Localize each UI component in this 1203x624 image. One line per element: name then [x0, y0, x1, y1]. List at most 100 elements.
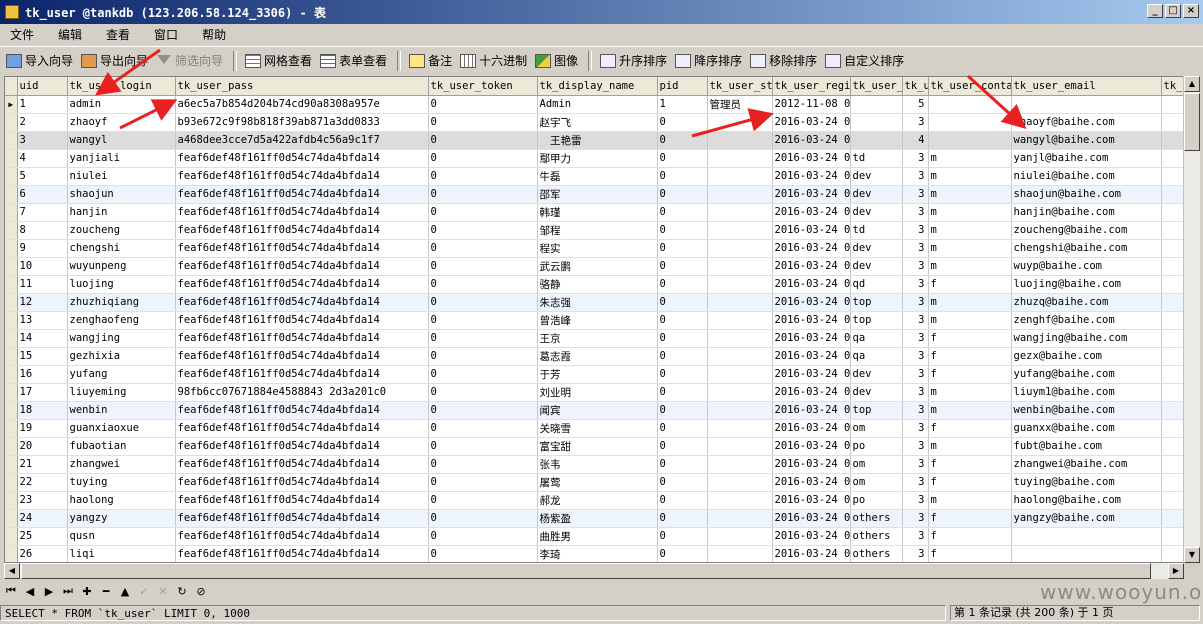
cell-tk-user-token[interactable]: 0	[428, 347, 538, 366]
cell-pid[interactable]: 0	[657, 311, 708, 330]
cell-tk-user-email[interactable]: yanjl@baihe.com	[1011, 149, 1162, 168]
row-indicator[interactable]: ▶	[5, 95, 18, 114]
minimize-button[interactable]: _	[1147, 4, 1163, 18]
cell-tk-user-conta[interactable]: m	[928, 491, 1012, 510]
cell-tk-user-conta[interactable]: m	[928, 257, 1012, 276]
cell-tk-user-login[interactable]: gezhixia	[67, 347, 176, 366]
cell-tk-user-email[interactable]: yangzy@baihe.com	[1011, 509, 1162, 528]
cell-tk-user-pass[interactable]: feaf6def48f161ff0d54c74da4bfda14	[175, 203, 429, 222]
form-view-button[interactable]: 表单查看	[320, 52, 387, 69]
cell-pid[interactable]: 0	[657, 509, 708, 528]
cell-pid[interactable]: 0	[657, 527, 708, 546]
cell-tk-user-email[interactable]: gezx@baihe.com	[1011, 347, 1162, 366]
row-indicator[interactable]	[5, 113, 18, 132]
cell-tk-user-regi[interactable]: 2016-03-24 06	[772, 473, 851, 492]
column-header-tk-user-regi[interactable]: tk_user_regi	[772, 77, 851, 96]
cell-tk-user-st[interactable]	[707, 473, 773, 492]
cell-tk-display-name[interactable]: 关晓雪	[537, 419, 658, 438]
cell-tk-u[interactable]: 5	[902, 95, 929, 114]
cell-tk-user-token[interactable]: 0	[428, 293, 538, 312]
cell-uid[interactable]: 7	[17, 203, 68, 222]
row-indicator[interactable]	[5, 437, 18, 456]
cell-tk-user-[interactable]: om	[850, 455, 903, 474]
cell-tk-user-conta[interactable]: m	[928, 221, 1012, 240]
cell-tk-user-st[interactable]	[707, 185, 773, 204]
cell-tk-display-name[interactable]: 曾浩峰	[537, 311, 658, 330]
cell-tk-user-conta[interactable]: m	[928, 293, 1012, 312]
table-row[interactable]: 9 chengshi feaf6def48f161ff0d54c74da4bfda1…	[5, 239, 1183, 258]
refresh-icon[interactable]: ↻	[175, 585, 189, 598]
cell-tk-[interactable]	[1161, 365, 1183, 384]
cell-tk-u[interactable]: 3	[902, 221, 929, 240]
vertical-scrollbar[interactable]: ▲ ▼	[1183, 76, 1200, 563]
cell-tk-user-[interactable]	[850, 131, 903, 150]
cell-tk-user-login[interactable]: wangyl	[67, 131, 176, 150]
cell-tk-user-st[interactable]	[707, 239, 773, 258]
scroll-left-icon[interactable]: ◀	[4, 563, 20, 579]
remove-sort-button[interactable]: 移除排序	[750, 52, 817, 69]
delete-record-icon[interactable]: ━	[99, 585, 113, 598]
cell-uid[interactable]: 18	[17, 401, 68, 420]
cell-tk-user-pass[interactable]: feaf6def48f161ff0d54c74da4bfda14	[175, 311, 429, 330]
cell-tk-display-name[interactable]: 武云鹏	[537, 257, 658, 276]
cell-tk-user-st[interactable]	[707, 257, 773, 276]
cell-tk-[interactable]	[1161, 239, 1183, 258]
cell-tk-user-login[interactable]: hanjin	[67, 203, 176, 222]
cell-tk-user-st[interactable]	[707, 329, 773, 348]
cell-tk-user-pass[interactable]: feaf6def48f161ff0d54c74da4bfda14	[175, 293, 429, 312]
cell-tk-display-name[interactable]: 张韦	[537, 455, 658, 474]
cell-tk-user-login[interactable]: fubaotian	[67, 437, 176, 456]
table-row[interactable]: 2 zhaoyf b93e672c9f98b818f39ab871a3dd0833 0…	[5, 113, 1183, 132]
cell-uid[interactable]: 20	[17, 437, 68, 456]
table-row[interactable]: 4 yanjiali feaf6def48f161ff0d54c74da4bfda1…	[5, 149, 1183, 168]
cell-tk-user-token[interactable]: 0	[428, 383, 538, 402]
memo-button[interactable]: 备注	[409, 52, 452, 69]
cell-tk-u[interactable]: 3	[902, 185, 929, 204]
cell-tk-user-pass[interactable]: feaf6def48f161ff0d54c74da4bfda14	[175, 239, 429, 258]
hex-button[interactable]: 十六进制	[460, 52, 527, 69]
row-indicator[interactable]	[5, 167, 18, 186]
cell-tk-user-regi[interactable]: 2016-03-24 06	[772, 311, 851, 330]
cell-pid[interactable]: 0	[657, 383, 708, 402]
cell-tk-display-name[interactable]: 葛志霞	[537, 347, 658, 366]
cell-tk-display-name[interactable]: 王艳雷	[537, 131, 658, 150]
cell-tk-[interactable]	[1161, 437, 1183, 456]
cell-pid[interactable]: 0	[657, 347, 708, 366]
cell-tk-user-conta[interactable]: f	[928, 545, 1012, 562]
table-row[interactable]: 23 haolong feaf6def48f161ff0d54c74da4bfda1…	[5, 491, 1183, 510]
column-header-tk-user-token[interactable]: tk_user_token	[428, 77, 538, 96]
cell-uid[interactable]: 25	[17, 527, 68, 546]
cell-tk-user-token[interactable]: 0	[428, 329, 538, 348]
cell-pid[interactable]: 0	[657, 131, 708, 150]
cell-tk-[interactable]	[1161, 419, 1183, 438]
cell-tk-user-conta[interactable]: m	[928, 437, 1012, 456]
cell-tk-user-conta[interactable]: m	[928, 203, 1012, 222]
cell-tk-user-token[interactable]: 0	[428, 167, 538, 186]
export-wizard-button[interactable]: 导出向导	[81, 52, 148, 69]
cell-uid[interactable]: 4	[17, 149, 68, 168]
cell-pid[interactable]: 0	[657, 203, 708, 222]
add-record-icon[interactable]: ✚	[80, 585, 94, 598]
cell-tk-user-conta[interactable]: f	[928, 419, 1012, 438]
cell-tk-user-token[interactable]: 0	[428, 365, 538, 384]
cell-tk-user-regi[interactable]: 2012-11-08 00	[772, 95, 851, 114]
cell-tk-user-conta[interactable]: m	[928, 185, 1012, 204]
cell-tk-user-email[interactable]: luojing@baihe.com	[1011, 275, 1162, 294]
first-record-icon[interactable]: ⏮	[4, 584, 18, 598]
cell-tk-user-login[interactable]: haolong	[67, 491, 176, 510]
cell-tk-user-email[interactable]: chengshi@baihe.com	[1011, 239, 1162, 258]
cell-tk-user-conta[interactable]	[928, 113, 1012, 132]
cell-tk-user-st[interactable]	[707, 455, 773, 474]
cell-tk-user-email[interactable]: niulei@baihe.com	[1011, 167, 1162, 186]
cell-pid[interactable]: 0	[657, 437, 708, 456]
cell-tk-user-pass[interactable]: feaf6def48f161ff0d54c74da4bfda14	[175, 545, 429, 562]
cancel-changes-icon[interactable]: ✕	[156, 585, 170, 598]
row-indicator[interactable]	[5, 149, 18, 168]
cell-tk-user-[interactable]	[850, 95, 903, 114]
cell-tk-user-email[interactable]: wangyl@baihe.com	[1011, 131, 1162, 150]
cell-tk-user-login[interactable]: luojing	[67, 275, 176, 294]
filter-wizard-button[interactable]: 筛选向导	[156, 52, 223, 69]
cell-tk-user-pass[interactable]: a6ec5a7b854d204b74cd90a8308a957e	[175, 95, 429, 114]
cell-tk-[interactable]	[1161, 509, 1183, 528]
cell-tk-user-[interactable]: dev	[850, 185, 903, 204]
